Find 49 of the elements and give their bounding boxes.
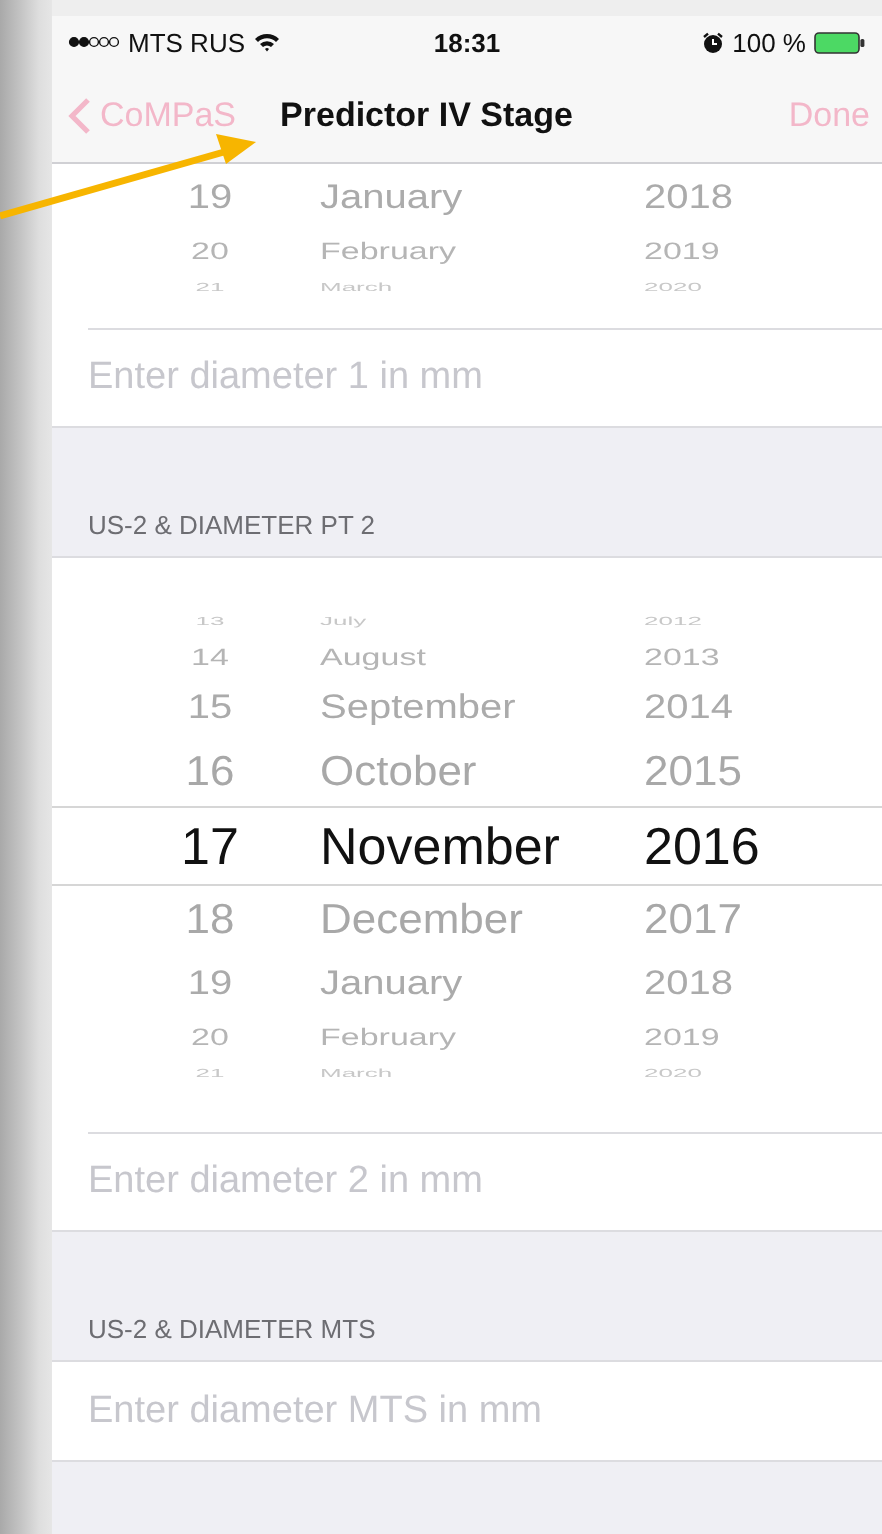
picker-month: February bbox=[320, 1024, 459, 1048]
picker-month: August bbox=[320, 644, 428, 668]
picker-row[interactable]: 19 January 2018 bbox=[52, 954, 882, 1014]
picker-month: January bbox=[320, 967, 465, 1001]
battery-icon bbox=[814, 31, 866, 53]
picker-month: October bbox=[320, 751, 479, 793]
picker-month: December bbox=[320, 899, 525, 941]
picker-row[interactable]: 14 August 2013 bbox=[52, 634, 882, 678]
picker-row[interactable]: 18 December 2017 bbox=[52, 886, 882, 954]
section-header: US-2 & DIAMETER PT 2 bbox=[86, 510, 376, 544]
done-button[interactable]: Done bbox=[788, 95, 870, 135]
back-button[interactable]: CoMPaS bbox=[68, 95, 237, 135]
picker-row[interactable]: 20 February 2019 bbox=[52, 1014, 882, 1058]
picker-month: September bbox=[320, 691, 518, 725]
chevron-left-icon bbox=[68, 95, 92, 135]
picker-year: 2016 bbox=[644, 820, 760, 872]
picker-row[interactable]: 19 January 2018 bbox=[52, 168, 882, 228]
picker-year: 2015 bbox=[644, 751, 742, 793]
clock-time: 18:31 bbox=[433, 27, 501, 57]
picker-day: 18 bbox=[160, 899, 260, 941]
picker-day: 17 bbox=[160, 820, 260, 872]
picker-year: 2017 bbox=[644, 899, 742, 941]
picker-year: 2019 bbox=[644, 238, 720, 262]
picker-day: 20 bbox=[160, 238, 260, 262]
picker-row[interactable]: 16 October 2015 bbox=[52, 738, 882, 806]
picker-row[interactable]: 15 September 2014 bbox=[52, 678, 882, 738]
picker-day: 16 bbox=[160, 751, 260, 793]
section-header: US-2 & DIAMETER MTS bbox=[86, 1314, 376, 1348]
picker-month: January bbox=[320, 181, 465, 215]
picker-day: 14 bbox=[160, 644, 260, 668]
picker-row[interactable]: 20 February 2019 bbox=[52, 228, 882, 272]
picker-year: 2019 bbox=[644, 1024, 720, 1048]
picker-year: 2018 bbox=[644, 181, 733, 215]
screen-title: Predictor IV Stage bbox=[278, 95, 575, 135]
picker-day: 15 bbox=[160, 691, 260, 725]
picker-row[interactable]: 17 November 2016 bbox=[52, 806, 882, 886]
carrier-name: MTS RUS bbox=[128, 27, 245, 57]
alarm-clock-icon bbox=[702, 31, 725, 53]
picker-year: 2013 bbox=[644, 644, 720, 668]
picker-month: November bbox=[320, 820, 562, 872]
picker-year: 2018 bbox=[644, 967, 733, 1001]
picker-day: 19 bbox=[160, 181, 260, 215]
wifi-icon bbox=[253, 32, 279, 52]
picker-day: 19 bbox=[160, 967, 260, 1001]
picker-year: 2014 bbox=[644, 691, 733, 725]
signal-icon bbox=[68, 36, 120, 48]
picker-day: 20 bbox=[160, 1024, 260, 1048]
battery-percent: 100 % bbox=[732, 27, 806, 57]
picker-month: February bbox=[320, 238, 459, 262]
